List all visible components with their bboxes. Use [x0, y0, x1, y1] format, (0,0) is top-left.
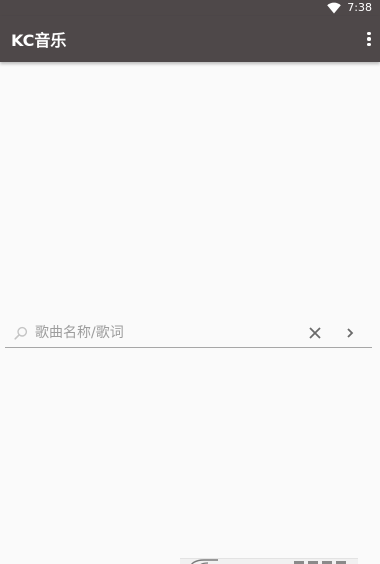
bottom-banner[interactable]: [180, 558, 358, 564]
close-icon: [309, 326, 321, 339]
wifi-icon: [327, 2, 342, 14]
status-time: 7:38: [347, 1, 372, 14]
app-screen: 7:38 KC音乐: [0, 0, 380, 564]
banner-text-marks: [294, 561, 346, 564]
app-bar: KC音乐: [0, 16, 380, 62]
app-title: KC音乐: [11, 31, 67, 50]
chevron-right-icon: [347, 327, 354, 338]
search-icon: [14, 326, 28, 340]
search-bar: [5, 318, 372, 348]
overflow-menu-button[interactable]: [344, 16, 380, 62]
search-input[interactable]: [35, 318, 300, 347]
search-go-button[interactable]: [338, 319, 362, 347]
status-bar: 7:38: [0, 0, 380, 16]
more-vert-icon: [367, 31, 371, 47]
clear-button[interactable]: [300, 319, 330, 347]
logo-icon: [191, 559, 218, 564]
